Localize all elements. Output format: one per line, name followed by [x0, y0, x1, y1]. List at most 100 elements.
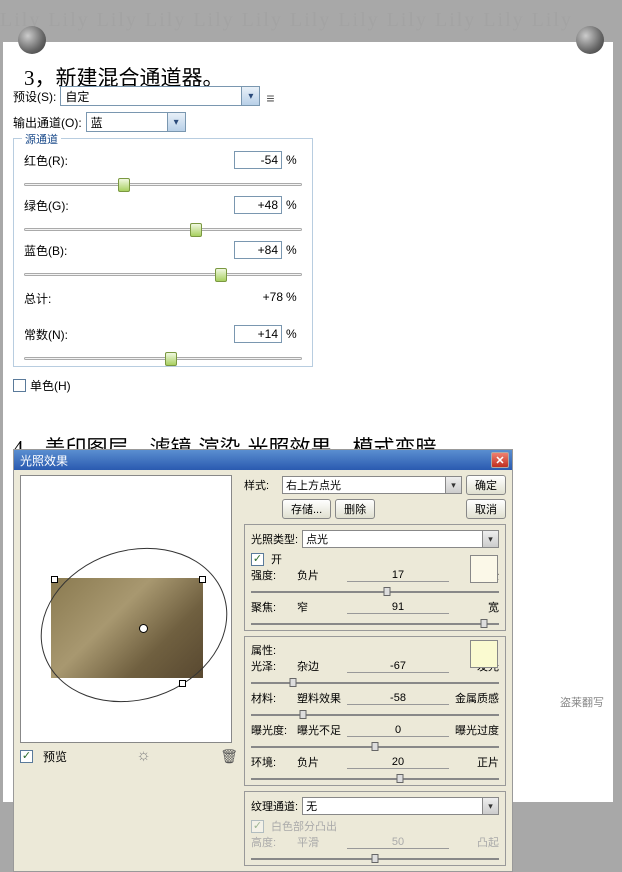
dialog-titlebar[interactable]: 光照效果 ✕	[14, 450, 512, 470]
preset-value: 自定	[65, 88, 89, 105]
ambience-value: 20	[347, 756, 449, 769]
focus-value: 91	[347, 601, 449, 614]
green-input[interactable]	[234, 196, 282, 214]
constant-slider[interactable]	[24, 357, 302, 360]
exposure-right: 曝光过度	[451, 722, 499, 738]
total-label: 总计:	[24, 290, 80, 307]
light-on-checkbox[interactable]	[251, 553, 264, 566]
slider-thumb[interactable]	[300, 710, 307, 719]
gloss-left: 杂边	[297, 658, 345, 674]
preset-select[interactable]: 自定	[60, 86, 260, 106]
slider-thumb[interactable]	[165, 352, 177, 366]
style-label: 样式:	[244, 477, 278, 493]
light-type-select[interactable]: 点光	[302, 530, 499, 548]
channel-mixer-panel: 预设(S): 自定 输出通道(O): 蓝 源通道 红色(R): % 绿色(G):…	[13, 86, 313, 394]
monochrome-label: 单色(H)	[30, 377, 71, 394]
constant-input[interactable]	[234, 325, 282, 343]
lightbulb-icon[interactable]: ☼	[136, 747, 151, 765]
trash-icon[interactable]: 🗑	[220, 748, 238, 765]
slider-thumb[interactable]	[396, 774, 403, 783]
monochrome-checkbox[interactable]	[13, 379, 26, 392]
light-color-swatch[interactable]	[470, 555, 498, 583]
exposure-label: 曝光度:	[251, 722, 295, 738]
chevron-down-icon	[167, 113, 185, 131]
gloss-slider[interactable]	[251, 682, 499, 684]
source-channel-fieldset: 源通道 红色(R): % 绿色(G): % 蓝色(B): %	[13, 138, 313, 367]
ambience-slider[interactable]	[251, 778, 499, 780]
focus-slider[interactable]	[251, 623, 499, 625]
gloss-value: -67	[347, 660, 449, 673]
gloss-label: 光泽:	[251, 658, 295, 674]
save-button[interactable]: 存储...	[282, 499, 331, 519]
preview-label: 预览	[43, 748, 67, 765]
intensity-label: 强度:	[251, 567, 295, 583]
height-right: 凸起	[451, 834, 499, 850]
material-label: 材料:	[251, 690, 295, 706]
lighting-effects-dialog: 光照效果 ✕ 预览 ☼ 🗑	[13, 449, 513, 872]
properties-box: 属性: 光泽: 杂边 -67 发光 材料: 塑料效果 -58 金属质感 曝光度:	[244, 636, 506, 786]
ambience-left: 负片	[297, 754, 345, 770]
chevron-down-icon	[241, 87, 259, 105]
blue-slider[interactable]	[24, 273, 302, 276]
rivet-left	[18, 26, 46, 54]
dialog-title: 光照效果	[20, 452, 68, 469]
height-left: 平滑	[297, 834, 345, 850]
texture-channel-label: 纹理通道:	[251, 798, 298, 814]
focus-left: 窄	[297, 599, 345, 615]
output-channel-select[interactable]: 蓝	[86, 112, 186, 132]
rivet-right	[576, 26, 604, 54]
ambience-right: 正片	[451, 754, 499, 770]
light-ellipse[interactable]	[20, 524, 232, 725]
material-slider[interactable]	[251, 714, 499, 716]
cancel-button[interactable]: 取消	[466, 499, 506, 519]
intensity-left: 负片	[297, 567, 345, 583]
slider-thumb[interactable]	[481, 619, 488, 628]
red-slider[interactable]	[24, 183, 302, 186]
exposure-left: 曝光不足	[297, 722, 345, 738]
ok-button[interactable]: 确定	[466, 475, 506, 495]
slider-thumb[interactable]	[215, 268, 227, 282]
focus-right: 宽	[451, 599, 499, 615]
close-icon: ✕	[495, 454, 504, 467]
light-type-box: 光照类型: 点光 开 强度: 负片 17 全	[244, 524, 506, 631]
chevron-down-icon	[482, 798, 498, 814]
slider-thumb[interactable]	[384, 587, 391, 596]
style-value: 右上方点光	[286, 477, 341, 493]
close-button[interactable]: ✕	[491, 452, 509, 468]
height-label: 高度:	[251, 834, 295, 850]
slider-thumb[interactable]	[290, 678, 297, 687]
white-high-label: 白色部分凸出	[271, 818, 337, 834]
ambience-color-swatch[interactable]	[470, 640, 498, 668]
delete-button[interactable]: 删除	[335, 499, 375, 519]
intensity-slider[interactable]	[251, 591, 499, 593]
red-label: 红色(R):	[24, 152, 80, 169]
slider-thumb[interactable]	[118, 178, 130, 192]
white-high-checkbox	[251, 820, 264, 833]
light-center-handle[interactable]	[139, 624, 148, 633]
material-right: 金属质感	[451, 690, 499, 706]
menu-icon[interactable]	[266, 90, 282, 102]
style-select[interactable]: 右上方点光	[282, 476, 462, 494]
total-value: +78	[238, 290, 286, 307]
exposure-slider[interactable]	[251, 746, 499, 748]
attribution-text: 盗莱翻写	[560, 694, 604, 710]
blue-input[interactable]	[234, 241, 282, 259]
light-handle[interactable]	[179, 680, 186, 687]
green-label: 绿色(G):	[24, 197, 80, 214]
green-slider[interactable]	[24, 228, 302, 231]
light-handle[interactable]	[51, 576, 58, 583]
chevron-down-icon	[445, 477, 461, 493]
red-input[interactable]	[234, 151, 282, 169]
lighting-preview[interactable]	[20, 475, 232, 743]
slider-thumb	[372, 854, 379, 863]
slider-thumb[interactable]	[372, 742, 379, 751]
slider-thumb[interactable]	[190, 223, 202, 237]
texture-channel-value: 无	[306, 798, 317, 814]
intensity-value: 17	[347, 569, 449, 582]
height-value: 50	[347, 836, 449, 849]
light-handle[interactable]	[199, 576, 206, 583]
percent-sign: %	[286, 153, 302, 167]
chevron-down-icon	[482, 531, 498, 547]
blue-label: 蓝色(B):	[24, 242, 80, 259]
preview-checkbox[interactable]	[20, 750, 33, 763]
